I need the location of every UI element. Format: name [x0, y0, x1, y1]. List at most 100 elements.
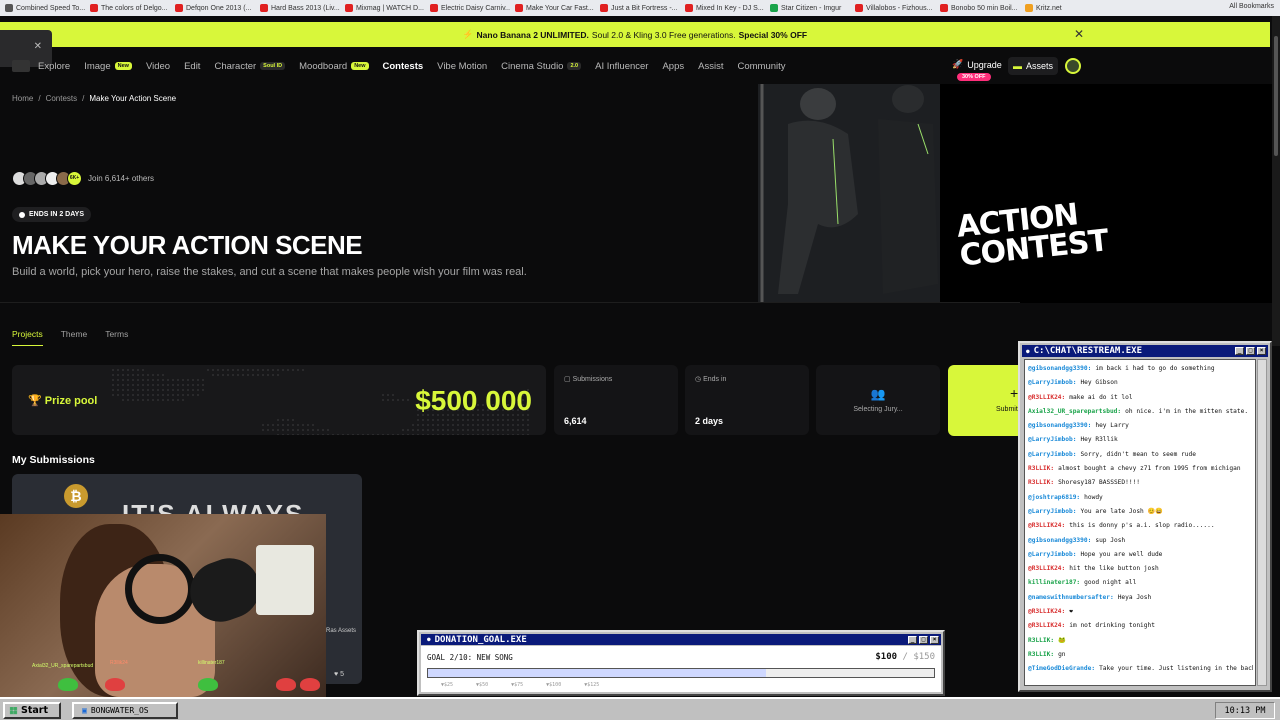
tab-theme[interactable]: Theme	[61, 329, 87, 346]
action-contest-logo: ACTION CONTEST	[955, 197, 1110, 273]
breadcrumb-home[interactable]: Home	[12, 94, 33, 103]
frog-icon	[58, 678, 78, 691]
chatter-name: Axial32_UR_sparepartsbud	[32, 663, 94, 669]
avatar[interactable]	[1065, 58, 1081, 74]
window-icon: ●	[427, 636, 431, 643]
nav-item-image[interactable]: Image New	[84, 61, 132, 72]
assets-button[interactable]: ▬ Assets	[1008, 57, 1058, 75]
chat-message: Axial32_UR_sparepartsbud: oh nice. i'm in…	[1028, 405, 1253, 419]
maximize-icon[interactable]: □	[919, 636, 928, 644]
minimize-icon[interactable]: _	[908, 636, 917, 644]
nav-item-cinema-studio[interactable]: Cinema Studio 2.0	[501, 60, 582, 72]
submissions-label: ▢ Submissions	[564, 375, 612, 383]
nav-item-edit[interactable]: Edit	[184, 61, 200, 72]
bookmark-item[interactable]: Villalobos - Fizhous...	[850, 4, 935, 12]
frog-icon	[105, 678, 125, 691]
breadcrumb: Home / Contests / Make Your Action Scene	[12, 94, 176, 103]
bookmark-favicon-icon	[430, 4, 438, 12]
minimize-icon[interactable]: _	[1235, 347, 1244, 355]
chat-text: Heya Josh	[1117, 593, 1152, 601]
bookmark-item[interactable]: Just a Bit Fortress -...	[595, 4, 680, 12]
nav-item-vibe-motion[interactable]: Vibe Motion	[437, 61, 487, 72]
bookmark-favicon-icon	[855, 4, 863, 12]
trophy-icon: 🏆	[28, 395, 42, 407]
nav-item-moodboard[interactable]: Moodboard New	[299, 61, 369, 72]
bookmark-item[interactable]: Mixed In Key - DJ S...	[680, 4, 765, 12]
chat-message: @R3LLIK24: this is donny p's a.i. slop ra…	[1028, 519, 1253, 533]
frog-icon	[276, 678, 296, 691]
breadcrumb-current: Make Your Action Scene	[89, 94, 177, 103]
page-scrollbar[interactable]	[1272, 16, 1280, 346]
my-submissions-heading: My Submissions	[12, 454, 95, 466]
submissions-value: 6,614	[564, 416, 587, 426]
bookmark-item[interactable]: Electric Daisy Carniv...	[425, 4, 510, 12]
nav-item-ai-influencer[interactable]: AI Influencer	[595, 61, 648, 72]
chat-text: Hey R3llik	[1080, 436, 1118, 444]
submit-button[interactable]: + Submit	[948, 365, 1028, 436]
bookmark-item[interactable]: Kritz.net	[1020, 4, 1105, 12]
chat-message: @LarryJimbob: Hey Gibson	[1028, 376, 1253, 390]
nav-item-character[interactable]: Character Soul ID	[214, 61, 286, 72]
logo-icon[interactable]	[12, 60, 30, 72]
bookmark-item[interactable]: Star Citizen - Imgur	[765, 4, 850, 12]
bookmark-item[interactable]: Hard Bass 2013 (Liv...	[255, 4, 340, 12]
donation-current: $100	[875, 652, 898, 662]
bookmark-item[interactable]: Defqon One 2013 (...	[170, 4, 255, 12]
ends-in-value: 2 days	[695, 416, 724, 426]
page-subtitle: Build a world, pick your hero, raise the…	[12, 266, 527, 278]
bookmark-favicon-icon	[600, 4, 608, 12]
chat-text: Take your time. Just listening in the ba…	[1099, 665, 1253, 673]
chat-titlebar[interactable]: ● C:\CHAT\RESTREAM.EXE _ □ ×	[1022, 345, 1268, 357]
bookmark-item[interactable]: Combined Speed To...	[0, 4, 85, 12]
chat-scrollbar[interactable]	[1257, 359, 1267, 686]
start-button[interactable]: ▦ Start	[3, 702, 61, 719]
scrollbar-thumb[interactable]	[1274, 36, 1278, 156]
all-bookmarks-link[interactable]: All Bookmarks	[1229, 3, 1274, 10]
donation-titlebar[interactable]: ● DONATION_GOAL.EXE _ □ ×	[421, 634, 941, 645]
nav-item-video[interactable]: Video	[146, 61, 170, 72]
bookmark-label: Bonobo 50 min Boil...	[951, 4, 1018, 12]
chat-message: @R3LLIK24: ❤	[1028, 605, 1253, 619]
toast-close-icon[interactable]: ✕	[34, 41, 42, 52]
donation-amount: $100 / $150	[875, 652, 935, 662]
folder-icon: ▬	[1012, 61, 1022, 71]
nav-item-apps[interactable]: Apps	[662, 61, 684, 72]
submissions-label-text: Submissions	[572, 376, 613, 383]
taskbar-item[interactable]: ▣ BONGWATER_OS	[72, 702, 178, 719]
chat-text: Hope you are well dude	[1080, 550, 1163, 558]
ends-in-card: ◷ Ends in 2 days	[685, 365, 809, 435]
breadcrumb-contests[interactable]: Contests	[46, 94, 78, 103]
chat-text: Sorry, didn't mean to seem rude	[1080, 450, 1196, 458]
close-icon[interactable]: ×	[930, 636, 939, 644]
page-title: MAKE YOUR ACTION SCENE	[12, 230, 363, 260]
promo-close-icon[interactable]: ✕	[1074, 27, 1084, 41]
chat-title: C:\CHAT\RESTREAM.EXE	[1033, 346, 1142, 356]
nav-item-assist[interactable]: Assist	[698, 61, 723, 72]
promo-banner[interactable]: ⚡ Nano Banana 2 UNLIMITED. Soul 2.0 & Kl…	[0, 22, 1270, 47]
bitcoin-icon: ₿	[64, 484, 88, 508]
nav-item-label: AI Influencer	[595, 60, 649, 72]
nav-item-label: Assist	[698, 60, 724, 72]
bookmark-item[interactable]: Mixmag | WATCH D...	[340, 4, 425, 12]
maximize-icon[interactable]: □	[1246, 347, 1255, 355]
nav-item-label: Cinema Studio	[501, 60, 564, 72]
chat-text: howdy	[1084, 493, 1103, 501]
heart-icon: ♥	[334, 671, 339, 678]
bookmark-item[interactable]: Bonobo 50 min Boil...	[935, 4, 1020, 12]
discount-badge: 30% OFF	[957, 73, 991, 81]
chat-text: im back i had to go do something	[1095, 365, 1215, 372]
bookmark-item[interactable]: The colors of Delgo...	[85, 4, 170, 12]
nav-item-community[interactable]: Community	[737, 61, 785, 72]
bookmark-label: Hard Bass 2013 (Liv...	[271, 4, 340, 12]
nav-badge: New	[114, 62, 132, 70]
tab-terms[interactable]: Terms	[105, 329, 128, 346]
promo-bolt-icon: ⚡	[462, 29, 474, 39]
bookmark-label: Make Your Car Fast...	[526, 4, 594, 12]
nav-item-explore[interactable]: Explore	[38, 61, 70, 72]
close-icon[interactable]: ×	[1257, 347, 1266, 355]
tab-projects[interactable]: Projects	[12, 329, 43, 346]
chat-message: @gibsonandgg3390: hey Larry	[1028, 419, 1253, 433]
nav-item-contests[interactable]: Contests	[383, 61, 424, 72]
upgrade-button[interactable]: 🚀 Upgrade	[952, 59, 1002, 70]
bookmark-item[interactable]: Make Your Car Fast...	[510, 4, 595, 12]
